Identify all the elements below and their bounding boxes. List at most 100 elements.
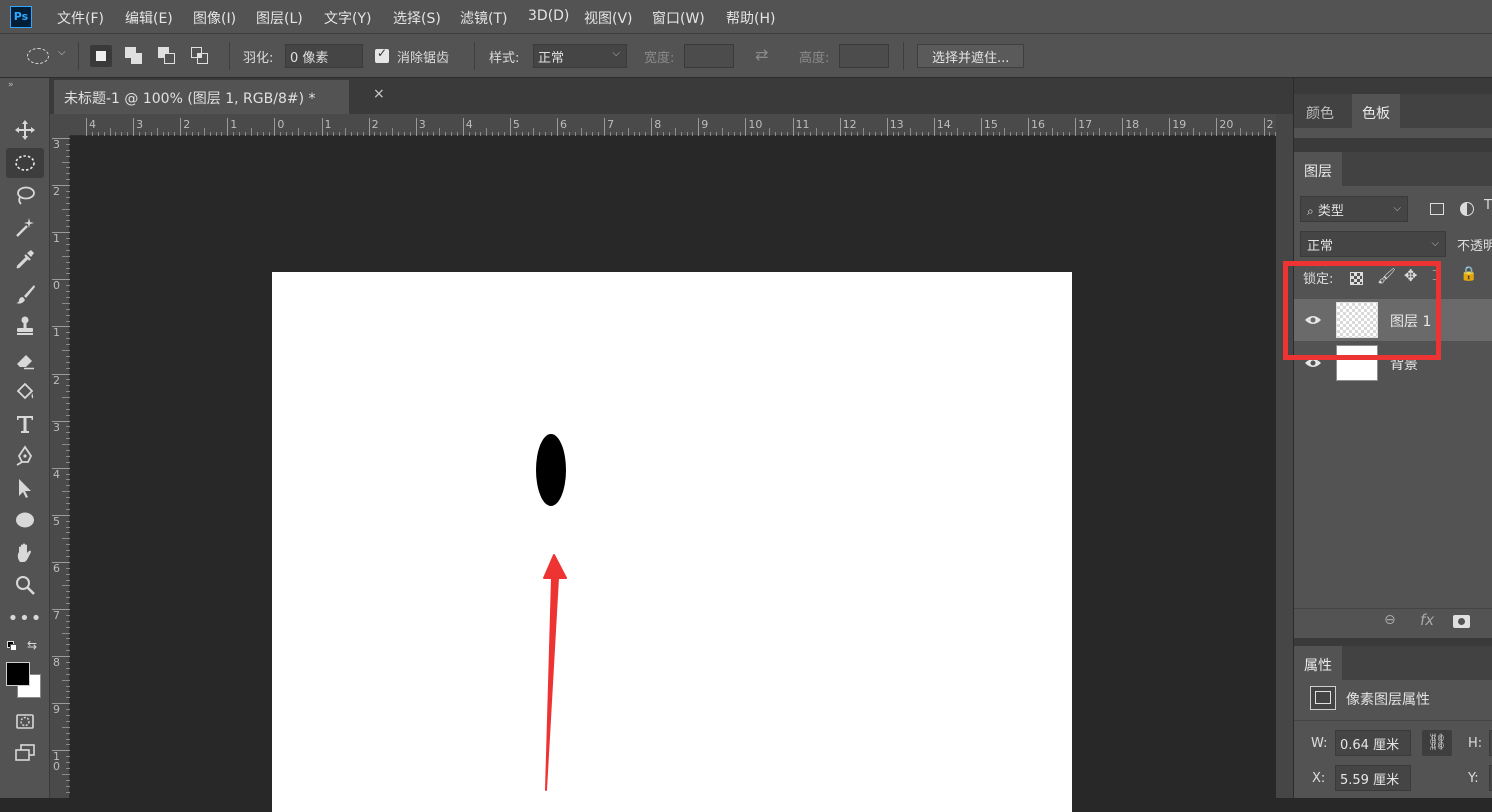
ruler-tick-label: 2 [53,185,60,199]
eyedropper-tool[interactable] [6,244,44,274]
ruler-tick-label: 12 [842,118,857,131]
vertical-scrollbar[interactable] [1276,114,1293,798]
ruler-minor-tick [62,632,70,634]
menu-filter[interactable]: 滤镜(T) [460,8,507,28]
screen-mode-button[interactable] [6,738,44,768]
move-icon [15,120,35,140]
document-canvas[interactable] [272,272,1072,812]
add-to-selection-button[interactable] [125,47,143,65]
ruler-major-tick [509,118,511,136]
adjustment-layer-filter-icon[interactable] [1460,202,1474,216]
fx-icon[interactable]: fx [1420,611,1434,629]
x-prop-label: X: [1312,771,1326,786]
menu-edit[interactable]: 编辑(E) [125,8,173,28]
add-mask-icon[interactable] [1453,615,1470,628]
menu-layer[interactable]: 图层(L) [256,8,303,28]
ruler-major-tick [839,118,841,136]
chevron-down-icon[interactable]: ⌵ [58,47,66,58]
black-ellipse-shape [536,434,566,506]
elliptical-marquee-preset-icon[interactable] [27,48,49,64]
tab-properties[interactable]: 属性 [1294,646,1342,680]
ruler-tick-label: 1 [324,118,332,131]
menu-type[interactable]: 文字(Y) [324,8,371,28]
pen-tool[interactable] [6,441,44,471]
ruler-minor-tick [1004,128,1006,136]
width-prop-input[interactable]: 0.64 厘米 [1335,730,1411,756]
move-tool[interactable] [6,115,44,145]
menu-file[interactable]: 文件(F) [57,8,104,28]
clone-stamp-tool[interactable] [6,311,44,341]
lasso-icon [17,186,35,205]
hand-tool[interactable] [6,538,44,568]
select-and-mask-button[interactable]: 选择并遮住... [917,44,1025,68]
close-tab-icon[interactable]: × [373,86,385,102]
layer-filter-dropdown[interactable]: ⌕ 类型 ⌵ [1300,196,1408,222]
antialias-checkbox[interactable]: ✓ [375,46,389,63]
zoom-tool[interactable] [6,570,44,600]
swap-width-height-icon[interactable]: ⇄ [755,45,768,64]
type-layer-filter-icon[interactable]: T [1484,198,1492,213]
ruler-major-tick [698,118,700,136]
type-tool[interactable] [6,409,44,439]
magic-wand-tool[interactable] [6,212,44,242]
ruler-tick-label: 5 [53,514,60,528]
menu-help[interactable]: 帮助(H) [726,8,775,28]
ruler-major-tick [1122,118,1124,136]
menu-view[interactable]: 视图(V) [584,8,633,28]
pen-icon [16,445,33,466]
brush-tool[interactable] [6,279,44,309]
paint-bucket-tool[interactable] [6,377,44,407]
stamp-icon [17,316,33,335]
ruler-tick-label: 3 [53,420,60,434]
edit-toolbar-button[interactable]: ••• [6,603,44,633]
default-colors-icon[interactable] [7,641,17,651]
ruler-tick-label: 4 [89,118,96,131]
link-dimensions-button[interactable]: ⛓ [1422,730,1452,756]
link-layers-icon[interactable]: ⊖ [1384,612,1396,628]
new-selection-icon [96,51,106,61]
path-selection-tool[interactable] [6,473,44,503]
menu-select[interactable]: 选择(S) [393,8,441,28]
canvas-area[interactable] [70,136,1276,812]
eyedropper-icon [16,250,34,269]
ruler-tick-label: 2 [371,118,379,131]
tab-layers[interactable]: 图层 [1294,152,1342,186]
ruler-major-tick [604,118,606,136]
subtract-from-selection-button[interactable] [158,47,176,65]
chevron-down-icon: ⌵ [1431,238,1439,249]
eraser-tool[interactable] [6,345,44,375]
horizontal-ruler[interactable]: 4 3 2 1 0 1 2 3 4 5 6 7 8 9 10 11 12 13 14 15 16 17 18 19 20 2 [70,114,1306,136]
pixel-layer-filter-icon[interactable] [1430,203,1444,215]
ruler-tick-label: 7 [607,118,615,131]
options-bar: ⌵ 羽化: 0 像素 ✓ 消除锯齿 样式: 正常 ⌵ 宽度: ⇄ 高度: 选择并… [0,34,1492,78]
width-input[interactable] [684,44,734,68]
ruler-minor-tick [816,128,818,136]
feather-input[interactable]: 0 像素 [285,44,363,68]
tab-swatches[interactable]: 色板 [1352,94,1400,128]
ruler-major-tick [180,118,182,136]
intersect-selection-button[interactable] [191,47,209,65]
tab-color[interactable]: 颜色 [1296,94,1344,128]
lasso-tool[interactable] [6,180,44,210]
quick-mask-button[interactable] [6,706,44,736]
elliptical-marquee-tool[interactable] [6,148,44,178]
new-selection-button[interactable] [90,45,112,67]
menu-window[interactable]: 窗口(W) [652,8,705,28]
ruler-minor-tick [109,128,111,136]
menu-3d[interactable]: 3D(D) [528,8,569,24]
height-input[interactable] [839,44,889,68]
swap-colors-icon[interactable]: ⇆ [27,638,37,652]
x-prop-input[interactable]: 5.59 厘米 [1335,765,1411,791]
style-dropdown[interactable]: 正常 ⌵ [533,44,627,68]
document-tab[interactable]: 未标题-1 @ 100% (图层 1, RGB/8#) * [54,80,349,114]
ruler-tick-label: 3 [53,138,60,151]
lock-all-icon[interactable]: 🔒 [1460,266,1477,282]
foreground-color-swatch[interactable] [6,662,30,686]
menu-image[interactable]: 图像(I) [193,8,236,28]
vertical-ruler[interactable]: 32101234567891 0 [50,136,70,798]
collapse-toolbar-icon[interactable]: » [8,80,14,90]
ellipse-shape-tool[interactable] [6,505,44,535]
magic-wand-icon [16,218,34,237]
ruler-tick-label: 14 [936,118,951,131]
blend-mode-dropdown[interactable]: 正常 ⌵ [1300,231,1446,257]
